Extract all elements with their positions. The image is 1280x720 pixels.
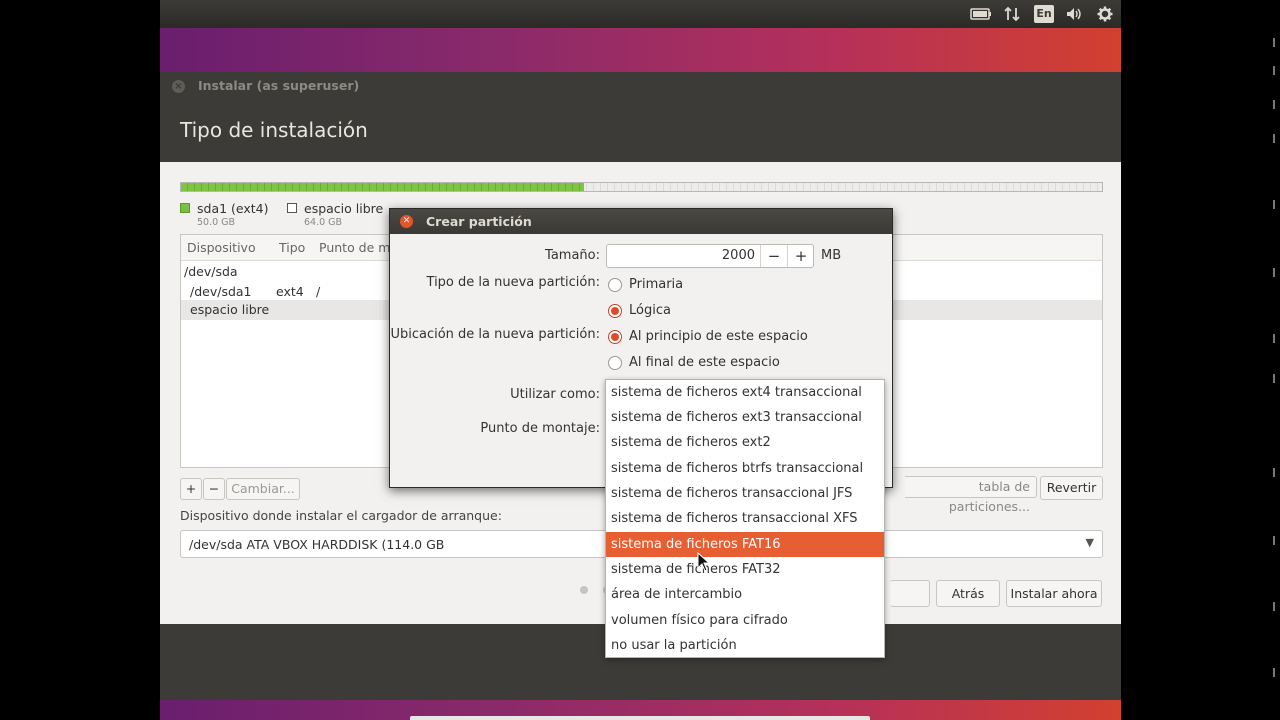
filesystem-dropdown-list[interactable]: sistema de ficheros ext4 transaccional s…: [605, 379, 885, 658]
top-panel: En: [160, 0, 1121, 28]
column-header-device[interactable]: Dispositivo: [187, 240, 256, 255]
network-arrows-icon[interactable]: [1002, 5, 1022, 23]
back-button[interactable]: Atrás: [936, 580, 1000, 607]
scrollbar-mark: [1273, 268, 1275, 277]
video-scrollbar: [1270, 38, 1278, 678]
keyboard-layout-indicator[interactable]: En: [1034, 5, 1054, 23]
scrollbar-mark: [1273, 100, 1275, 109]
table-row[interactable]: /dev/sda: [184, 264, 238, 279]
list-item[interactable]: sistema de ficheros ext3 transaccional: [606, 405, 884, 430]
dialog-title: Crear partición: [426, 214, 532, 229]
dialog-titlebar: ✕ Crear partición: [390, 209, 892, 234]
increment-button[interactable]: +: [787, 245, 814, 267]
list-item[interactable]: no usar la partición: [606, 633, 884, 658]
scrollbar-mark: [1273, 66, 1275, 75]
volume-icon[interactable]: [1063, 5, 1085, 23]
list-item[interactable]: sistema de ficheros FAT32: [606, 557, 884, 582]
scrollbar-mark: [1273, 334, 1275, 343]
table-cell-type: ext4: [276, 284, 304, 299]
scrollbar-mark: [1273, 38, 1275, 47]
change-partition-button[interactable]: Cambiar...: [226, 478, 300, 500]
add-partition-button[interactable]: +: [180, 478, 202, 500]
partition-location-label: Ubicación de la nueva partición:: [390, 327, 600, 342]
revert-button[interactable]: Revertir: [1040, 476, 1103, 500]
scrollbar-mark: [1273, 134, 1275, 143]
table-row[interactable]: /dev/sda1: [190, 284, 252, 299]
progress-dot: [580, 586, 588, 594]
install-now-button[interactable]: Instalar ahora: [1006, 580, 1102, 607]
decrement-button[interactable]: −: [760, 245, 787, 267]
remove-partition-button[interactable]: −: [203, 478, 225, 500]
bootloader-selected-value: /dev/sda ATA VBOX HARDDISK (114.0 GB: [189, 537, 445, 552]
close-icon[interactable]: ×: [172, 80, 185, 93]
mount-point-label: Punto de montaje:: [480, 421, 600, 436]
quit-button-partial[interactable]: [890, 580, 930, 607]
legend-size-sda1: 50.0 GB: [197, 217, 236, 228]
size-unit: MB: [821, 248, 842, 263]
launcher-bar: [410, 716, 870, 720]
legend-swatch-free: [287, 203, 297, 213]
list-item[interactable]: volumen físico para cifrado: [606, 608, 884, 633]
radio-end-label[interactable]: Al final de este espacio: [629, 355, 780, 370]
table-cell-mount: /: [316, 284, 321, 299]
partition-type-label: Tipo de la nueva partición:: [426, 275, 600, 290]
page-title: Tipo de instalación: [180, 118, 368, 142]
scrollbar-mark: [1273, 200, 1275, 209]
legend-swatch-sda1: [180, 203, 190, 213]
scrollbar-mark: [1273, 374, 1275, 383]
radio-primary-label[interactable]: Primaria: [629, 277, 683, 292]
scrollbar-mark: [1273, 536, 1275, 545]
list-item[interactable]: sistema de ficheros ext4 transaccional: [606, 380, 884, 405]
list-item[interactable]: área de intercambio: [606, 582, 884, 607]
close-icon[interactable]: ✕: [400, 215, 413, 228]
column-header-type[interactable]: Tipo: [279, 240, 305, 255]
use-as-label: Utilizar como:: [510, 387, 600, 402]
radio-beginning[interactable]: [608, 330, 622, 344]
scrollbar-mark: [1273, 668, 1275, 677]
screen: En × Instalar (as superuser) Tipo de ins…: [0, 0, 1280, 720]
new-partition-table-button[interactable]: tabla de particiones...: [905, 476, 1037, 514]
list-item[interactable]: sistema de ficheros btrfs transaccional: [606, 456, 884, 481]
partition-bar-used: [181, 183, 585, 191]
installer-titlebar: × Instalar (as superuser): [160, 72, 1121, 100]
bootloader-label: Dispositivo donde instalar el cargador d…: [180, 508, 502, 523]
chevron-down-icon: ▼: [1085, 536, 1094, 549]
column-header-mount[interactable]: Punto de m: [319, 240, 390, 255]
partition-bar: [180, 182, 1103, 192]
list-item[interactable]: sistema de ficheros ext2: [606, 430, 884, 455]
size-input[interactable]: 2000: [607, 248, 755, 263]
size-label: Tamaño:: [545, 248, 600, 263]
gear-icon[interactable]: [1095, 5, 1115, 23]
legend-name-free: espacio libre: [304, 201, 384, 216]
radio-end[interactable]: [608, 356, 622, 370]
radio-logical-label[interactable]: Lógica: [629, 303, 671, 318]
radio-logical[interactable]: [608, 304, 622, 318]
battery-icon[interactable]: [969, 5, 993, 23]
window-title: Instalar (as superuser): [198, 78, 360, 93]
list-item[interactable]: sistema de ficheros transaccional JFS: [606, 481, 884, 506]
list-item-highlighted[interactable]: sistema de ficheros FAT16: [606, 532, 884, 557]
radio-beginning-label[interactable]: Al principio de este espacio: [629, 329, 808, 344]
scrollbar-mark: [1273, 468, 1275, 477]
table-cell-device: espacio libre: [190, 302, 270, 317]
list-item[interactable]: sistema de ficheros transaccional XFS: [606, 506, 884, 531]
mouse-pointer-icon: [697, 552, 711, 572]
size-spinbox[interactable]: 2000 − +: [606, 244, 814, 268]
legend-size-free: 64.0 GB: [304, 217, 343, 228]
scrollbar-mark: [1273, 602, 1275, 611]
radio-primary[interactable]: [608, 278, 622, 292]
legend-name-sda1: sda1 (ext4): [197, 201, 269, 216]
